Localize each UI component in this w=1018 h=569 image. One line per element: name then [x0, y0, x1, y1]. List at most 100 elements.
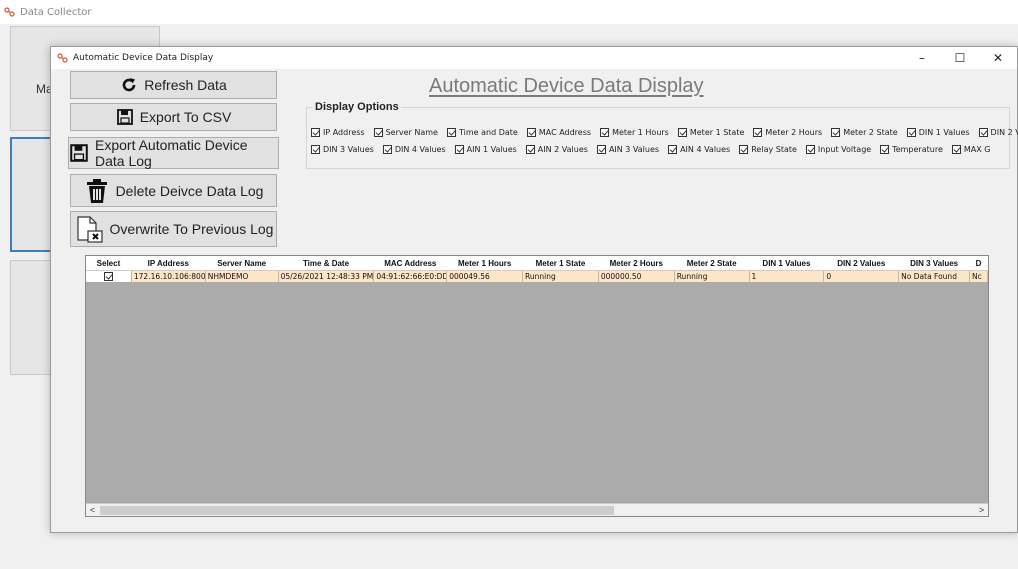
scrollbar-thumb[interactable]: [100, 506, 614, 515]
page-title: Automatic Device Data Display: [429, 75, 704, 97]
option-time-and-date[interactable]: Time and Date: [446, 128, 518, 137]
checkbox[interactable]: [831, 128, 841, 137]
cell-meter-2-hours[interactable]: 000000.50: [599, 271, 675, 282]
option-label: DIN 2 Values: [990, 128, 1018, 137]
column-header[interactable]: Server Name: [206, 256, 279, 270]
checkbox[interactable]: [906, 128, 916, 137]
column-header[interactable]: Select: [86, 256, 132, 270]
checkbox[interactable]: [382, 145, 392, 154]
checkbox[interactable]: [525, 145, 535, 154]
app-titlebar: Data Collector: [0, 0, 1018, 24]
checkbox[interactable]: [951, 145, 961, 154]
checkbox[interactable]: [753, 128, 763, 137]
display-options-label: Display Options: [313, 101, 401, 113]
export-device-data-log-button[interactable]: Export Automatic Device Data Log: [68, 137, 279, 169]
checkbox[interactable]: [311, 145, 320, 154]
trash-icon: [84, 178, 110, 204]
cell-mac-address[interactable]: 04:91:62:66:E0:DD: [374, 271, 448, 282]
dialog-titlebar: Automatic Device Data Display – ☐ ✕: [51, 47, 1017, 69]
checkbox[interactable]: [454, 145, 464, 154]
column-header[interactable]: IP Address: [132, 256, 206, 270]
cell-meter-2-state[interactable]: Running: [675, 271, 750, 282]
table-row[interactable]: 172.16.10.106:8008 NHMDEMO 05/26/2021 12…: [86, 271, 988, 282]
cell-din-3-values[interactable]: No Data Found: [899, 271, 971, 282]
file-overwrite-icon: [74, 214, 104, 244]
option-max-g[interactable]: MAX G: [951, 145, 990, 154]
option-ain-4-values[interactable]: AIN 4 Values: [668, 145, 730, 154]
horizontal-scrollbar[interactable]: < >: [86, 503, 988, 516]
cell-time-date[interactable]: 05/26/2021 12:48:33 PM: [279, 271, 375, 282]
option-label: Meter 2 Hours: [765, 128, 823, 137]
row-select-cell[interactable]: [86, 271, 132, 282]
checkbox[interactable]: [596, 145, 606, 154]
option-ain-2-values[interactable]: AIN 2 Values: [525, 145, 588, 154]
export-csv-button[interactable]: Export To CSV: [70, 103, 277, 131]
cell-din-4-values[interactable]: Nc: [970, 271, 988, 282]
checkbox[interactable]: [668, 145, 678, 154]
option-meter-1-hours[interactable]: Meter 1 Hours: [600, 128, 669, 137]
option-label: Temperature: [892, 145, 943, 154]
save-icon: [69, 143, 89, 163]
option-din-1-values[interactable]: DIN 1 Values: [906, 128, 970, 137]
option-label: Server Name: [385, 128, 438, 137]
option-ain-1-values[interactable]: AIN 1 Values: [454, 145, 517, 154]
column-header[interactable]: DIN 3 Values: [899, 256, 971, 270]
row-select-checkbox[interactable]: [103, 272, 113, 281]
option-server-name[interactable]: Server Name: [373, 128, 438, 137]
column-header[interactable]: Meter 2 State: [675, 256, 750, 270]
device-data-grid[interactable]: Select IP Address Server Name Time & Dat…: [85, 255, 989, 517]
option-label: Meter 1 Hours: [612, 128, 669, 137]
scroll-left-arrow-icon[interactable]: <: [86, 504, 99, 516]
checkbox[interactable]: [600, 128, 610, 137]
checkbox[interactable]: [677, 128, 687, 137]
delete-device-data-log-button[interactable]: Delete Deivce Data Log: [70, 174, 277, 207]
checkbox[interactable]: [805, 145, 815, 154]
option-ip-address[interactable]: IP Address: [311, 128, 365, 137]
option-relay-state[interactable]: Relay State: [739, 145, 797, 154]
option-temperature[interactable]: Temperature: [880, 145, 943, 154]
checkbox[interactable]: [880, 145, 890, 154]
refresh-data-label: Refresh Data: [144, 77, 227, 93]
option-label: Meter 2 State: [843, 128, 898, 137]
option-label: AIN 4 Values: [680, 145, 731, 154]
cell-server-name[interactable]: NHMDEMO: [206, 271, 279, 282]
column-header[interactable]: Time & Date: [279, 256, 375, 270]
checkbox[interactable]: [978, 128, 988, 137]
option-meter-2-state[interactable]: Meter 2 State: [831, 128, 898, 137]
refresh-data-button[interactable]: Refresh Data: [70, 71, 277, 99]
checkbox[interactable]: [311, 128, 320, 137]
cell-ip-address[interactable]: 172.16.10.106:8008: [132, 271, 206, 282]
cell-din-2-values[interactable]: 0: [824, 271, 900, 282]
app-title: Data Collector: [20, 6, 92, 18]
maximize-button[interactable]: ☐: [941, 47, 979, 69]
column-header[interactable]: D: [970, 256, 988, 270]
minimize-button[interactable]: –: [903, 47, 941, 69]
option-mac-address[interactable]: MAC Address: [526, 128, 591, 137]
column-header[interactable]: DIN 1 Values: [750, 256, 825, 270]
column-header[interactable]: Meter 2 Hours: [599, 256, 675, 270]
cell-din-1-values[interactable]: 1: [750, 271, 825, 282]
option-meter-1-state[interactable]: Meter 1 State: [677, 128, 744, 137]
cell-meter-1-state[interactable]: Running: [523, 271, 599, 282]
checkbox[interactable]: [526, 128, 536, 137]
option-label: Input Voltage: [817, 145, 872, 154]
display-options-group: Display Options IP Address Server Name T…: [306, 101, 1018, 169]
column-header[interactable]: Meter 1 Hours: [447, 256, 524, 270]
checkbox[interactable]: [739, 145, 749, 154]
column-header[interactable]: Meter 1 State: [523, 256, 599, 270]
dialog-title: Automatic Device Data Display: [73, 53, 214, 63]
checkbox[interactable]: [373, 128, 383, 137]
option-input-voltage[interactable]: Input Voltage: [805, 145, 872, 154]
overwrite-previous-log-button[interactable]: Overwrite To Previous Log: [70, 211, 277, 247]
column-header[interactable]: DIN 2 Values: [824, 256, 900, 270]
checkbox[interactable]: [446, 128, 456, 137]
option-meter-2-hours[interactable]: Meter 2 Hours: [753, 128, 822, 137]
close-button[interactable]: ✕: [979, 47, 1017, 69]
option-din-4-values[interactable]: DIN 4 Values: [382, 145, 446, 154]
cell-meter-1-hours[interactable]: 000049.56: [447, 271, 524, 282]
column-header[interactable]: MAC Address: [374, 256, 448, 270]
option-din-2-values[interactable]: DIN 2 Values: [978, 128, 1018, 137]
option-din-3-values[interactable]: DIN 3 Values: [311, 145, 374, 154]
scroll-right-arrow-icon[interactable]: >: [975, 504, 988, 516]
option-ain-3-values[interactable]: AIN 3 Values: [596, 145, 659, 154]
